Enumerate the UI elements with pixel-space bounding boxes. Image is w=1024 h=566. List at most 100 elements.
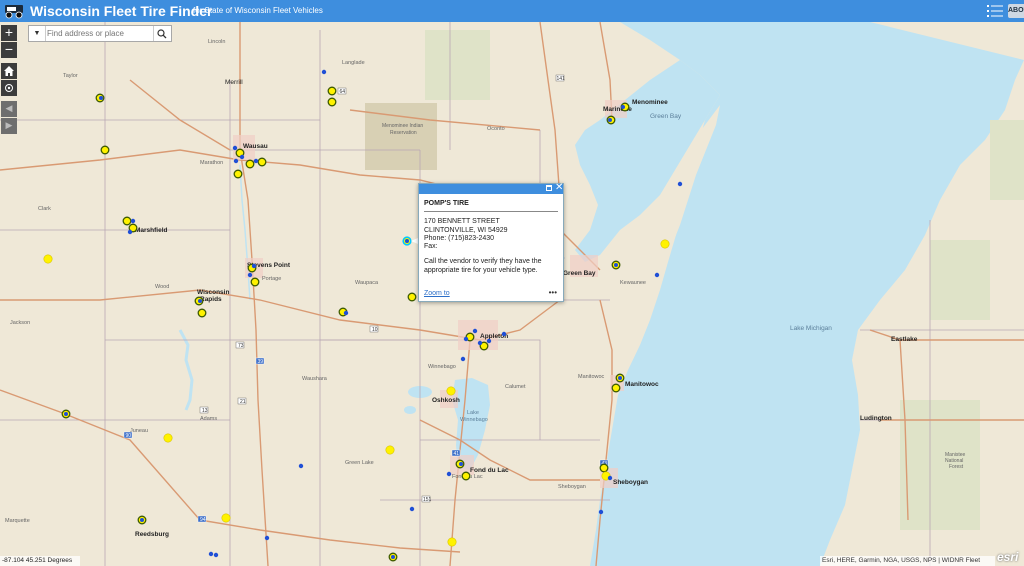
zoom-to-link[interactable]: Zoom to: [424, 290, 450, 297]
vendor-marker[interactable]: [140, 518, 144, 522]
map-label-lake-michigan: Lake Michigan: [790, 325, 832, 332]
vendor-marker[interactable]: [232, 145, 238, 151]
more-options-icon[interactable]: •••: [549, 288, 557, 297]
vendor-marker[interactable]: [621, 105, 625, 109]
vendor-marker[interactable]: [298, 463, 304, 469]
svg-text:141: 141: [557, 76, 566, 82]
vendor-marker[interactable]: [598, 509, 604, 515]
vendor-marker[interactable]: [391, 555, 395, 559]
close-icon[interactable]: ✕: [555, 182, 563, 194]
vendor-marker[interactable]: [247, 272, 253, 278]
svg-text:Waushara: Waushara: [302, 376, 328, 382]
vendor-marker[interactable]: [343, 310, 349, 316]
vendor-marker[interactable]: [501, 331, 507, 337]
dealer-marker[interactable]: [257, 157, 267, 167]
vendor-marker[interactable]: [654, 272, 660, 278]
dealer-marker[interactable]: [233, 169, 243, 179]
vendor-marker[interactable]: [64, 412, 68, 416]
dealer-marker[interactable]: [461, 471, 471, 481]
map-label-fond-du-lac: Fond du Lac: [470, 467, 509, 474]
dealer-marker[interactable]: [407, 292, 417, 302]
svg-text:10: 10: [372, 327, 378, 333]
previous-extent-button[interactable]: ◀: [1, 101, 17, 117]
vendor-marker[interactable]: [253, 158, 259, 164]
dealer-marker[interactable]: [446, 386, 456, 396]
locate-button[interactable]: [1, 80, 17, 96]
svg-text:Wood: Wood: [155, 284, 169, 290]
svg-text:Oconto: Oconto: [487, 126, 505, 132]
dealer-marker[interactable]: [611, 383, 621, 393]
svg-text:64: 64: [340, 89, 346, 95]
vendor-marker[interactable]: [459, 462, 463, 466]
app-header: Wisconsin Fleet Tire Finder for State of…: [0, 0, 1024, 22]
next-extent-button[interactable]: ▶: [1, 118, 17, 134]
dealer-marker[interactable]: [100, 145, 110, 155]
vendor-marker[interactable]: [264, 535, 270, 541]
vendor-marker[interactable]: [618, 376, 622, 380]
popup-title: POMP'S TIRE: [424, 200, 558, 213]
svg-text:Juneau: Juneau: [130, 428, 148, 434]
zoom-out-button[interactable]: −: [1, 42, 17, 58]
dealer-marker[interactable]: [122, 216, 132, 226]
popup-header: ✕: [419, 182, 563, 194]
dealer-marker[interactable]: [250, 277, 260, 287]
dealer-marker[interactable]: [385, 445, 395, 455]
vendor-marker[interactable]: [460, 356, 466, 362]
layer-list-icon[interactable]: [986, 3, 1004, 19]
dealer-marker[interactable]: [221, 513, 231, 523]
map-label-forest3: Forest: [949, 464, 964, 470]
search-button[interactable]: [153, 26, 171, 41]
svg-text:Adams: Adams: [200, 416, 217, 422]
home-button[interactable]: [1, 63, 17, 79]
map-label-eastlake: Eastlake: [891, 336, 918, 343]
vendor-marker[interactable]: [409, 506, 415, 512]
vendor-marker[interactable]: [233, 158, 239, 164]
map-label-reservation: Menominee Indian: [382, 123, 423, 129]
svg-text:Marquette: Marquette: [5, 518, 30, 524]
popup-note: Call the vendor to verify they have the …: [424, 258, 542, 274]
vendor-marker[interactable]: [130, 218, 136, 224]
vendor-marker[interactable]: [463, 336, 469, 342]
dealer-marker[interactable]: [197, 308, 207, 318]
dealer-marker[interactable]: [43, 254, 53, 264]
dealer-marker[interactable]: [599, 463, 609, 473]
vendor-marker[interactable]: [99, 96, 103, 100]
vendor-marker[interactable]: [208, 551, 214, 557]
map-nav-controls: + − ◀ ▶: [1, 25, 17, 135]
maximize-icon[interactable]: [546, 185, 552, 191]
svg-text:Waupaca: Waupaca: [355, 280, 379, 286]
vendor-marker[interactable]: [446, 471, 452, 477]
vendor-marker[interactable]: [607, 475, 613, 481]
dealer-marker[interactable]: [660, 239, 670, 249]
vendor-marker[interactable]: [614, 263, 618, 267]
vendor-marker[interactable]: [677, 181, 683, 187]
dealer-marker[interactable]: [327, 86, 337, 96]
vendor-marker[interactable]: [321, 69, 327, 75]
svg-text:Green Lake: Green Lake: [345, 460, 374, 466]
dealer-marker[interactable]: [163, 433, 173, 443]
vendor-marker[interactable]: [477, 340, 483, 346]
dealer-marker[interactable]: [447, 537, 457, 547]
vendor-marker[interactable]: [608, 118, 612, 122]
search-source-dropdown[interactable]: ▼: [29, 26, 46, 41]
search-input[interactable]: [47, 27, 151, 40]
svg-text:13: 13: [202, 408, 208, 414]
svg-text:90: 90: [126, 433, 132, 439]
vendor-marker[interactable]: [486, 338, 492, 344]
svg-text:Marathon: Marathon: [200, 160, 223, 166]
vendor-marker[interactable]: [251, 263, 257, 269]
about-button[interactable]: ABOUT: [1008, 4, 1024, 18]
vendor-marker[interactable]: [472, 328, 478, 334]
svg-text:Lincoln: Lincoln: [208, 39, 225, 45]
svg-text:Kewaunee: Kewaunee: [620, 280, 646, 286]
svg-text:Taylor: Taylor: [63, 73, 78, 79]
vendor-marker[interactable]: [239, 154, 245, 160]
map-label-wausau: Wausau: [243, 143, 268, 150]
zoom-in-button[interactable]: +: [1, 25, 17, 41]
dealer-marker[interactable]: [245, 159, 255, 169]
vendor-marker[interactable]: [127, 229, 133, 235]
map-label-sheboygan: Sheboygan: [613, 479, 648, 486]
vendor-marker[interactable]: [213, 552, 219, 558]
vendor-marker[interactable]: [198, 299, 202, 303]
dealer-marker[interactable]: [327, 97, 337, 107]
